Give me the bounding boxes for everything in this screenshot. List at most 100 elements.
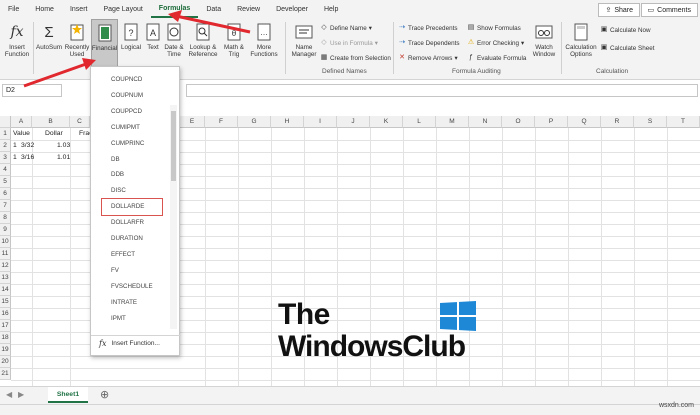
row-header-6[interactable]: 6 [0,188,11,200]
insert-function-menu-item[interactable]: fx Insert Function... [99,339,160,348]
tab-help[interactable]: Help [316,0,346,19]
function-ipmt[interactable]: IPMT [111,310,126,327]
name-manager-button[interactable]: Name Manager [290,19,318,69]
row-header-14[interactable]: 14 [0,284,11,296]
row-header-21[interactable]: 21 [0,368,11,380]
row-header-18[interactable]: 18 [0,332,11,344]
define-name-button[interactable]: ◇ Define Name ▾ [320,23,372,33]
annotation-arrow-formulas-tab [168,10,251,34]
col-header-l[interactable]: L [403,116,436,128]
comments-button[interactable]: ▭ Comments [640,3,698,17]
function-disc[interactable]: DISC [111,182,126,199]
row-header-16[interactable]: 16 [0,308,11,320]
cell-a3-int[interactable]: 1 [13,152,17,164]
col-header-r[interactable]: R [601,116,634,128]
col-header-s[interactable]: S [634,116,667,128]
create-from-selection-button[interactable]: ▦ Create from Selection [320,53,391,63]
col-header-o[interactable]: O [502,116,535,128]
row-header-20[interactable]: 20 [0,356,11,368]
function-fvschedule[interactable]: FVSCHEDULE [111,278,153,295]
more-functions-label: More Functions [250,44,278,58]
row-header-19[interactable]: 19 [0,344,11,356]
share-button[interactable]: ⇪ Share [598,3,640,17]
error-checking-button[interactable]: ⚠ Error Checking ▾ [467,38,524,48]
show-formulas-button[interactable]: ▤ Show Formulas [467,23,521,33]
use-in-formula-button[interactable]: ◇ Use in Formula ▾ [320,38,378,48]
select-all-corner[interactable] [0,116,11,128]
function-coupncd[interactable]: COUPNCD [111,71,142,88]
row-header-13[interactable]: 13 [0,272,11,284]
sheet-tab-sheet1[interactable]: Sheet1 [48,387,88,403]
col-header-f[interactable]: F [205,116,238,128]
sheet-nav-next-icon[interactable]: ▶ [18,390,24,399]
row-header-4[interactable]: 4 [0,164,11,176]
function-coupnum[interactable]: COUPNUM [111,87,143,104]
calculation-options-button[interactable]: Calculation Options [564,19,598,69]
watch-window-button[interactable]: Watch Window [530,19,558,69]
function-ddb[interactable]: DDB [111,166,124,183]
col-header-t[interactable]: T [667,116,700,128]
evaluate-formula-button[interactable]: ƒ Evaluate Formula [467,53,526,63]
calculate-sheet-button[interactable]: ▣ Calculate Sheet [600,43,655,53]
function-dollarfr[interactable]: DOLLARFR [111,214,144,231]
function-cumprinc[interactable]: CUMPRINC [111,135,144,152]
row-header-17[interactable]: 17 [0,320,11,332]
row-header-15[interactable]: 15 [0,296,11,308]
row-header-12[interactable]: 12 [0,260,11,272]
trace-precedents-button[interactable]: ⇢ Trace Precedents [398,23,457,33]
cell-b1[interactable]: Dollar [45,128,63,140]
calc-now-icon: ▣ [600,26,608,33]
logical-button[interactable]: ? Logical [118,19,144,69]
col-header-b[interactable]: B [32,116,70,128]
cell-a2-int[interactable]: 1 [13,140,17,152]
financial-function-dropdown[interactable]: COUPNCD COUPNUM COUPPCD CUMIPMT CUMPRINC… [90,66,181,356]
col-header-k[interactable]: K [370,116,403,128]
col-header-c[interactable]: C [70,116,90,128]
col-header-q[interactable]: Q [568,116,601,128]
function-cumipmt[interactable]: CUMIPMT [111,119,140,136]
col-header-n[interactable]: N [469,116,502,128]
dropdown-scroll-thumb[interactable] [171,111,176,181]
function-effect[interactable]: EFFECT [111,246,135,263]
row-header-10[interactable]: 10 [0,236,11,248]
col-header-e[interactable]: E [180,116,205,128]
cell-a3-frac[interactable]: 3/16 [21,152,34,164]
col-header-j[interactable]: J [337,116,370,128]
gridline [568,128,569,386]
remove-arrows-button[interactable]: ✕ Remove Arrows ▾ [398,53,458,63]
add-sheet-icon[interactable]: ⊕ [100,388,109,401]
function-intrate[interactable]: INTRATE [111,294,137,311]
col-header-m[interactable]: M [436,116,469,128]
row-header-8[interactable]: 8 [0,212,11,224]
function-couppcd[interactable]: COUPPCD [111,103,142,120]
tab-developer[interactable]: Developer [268,0,316,19]
row-header-7[interactable]: 7 [0,200,11,212]
row-header-9[interactable]: 9 [0,224,11,236]
function-duration[interactable]: DURATION [111,230,143,247]
cell-a2-frac[interactable]: 3/32 [21,140,34,152]
trace-dependents-button[interactable]: ⇢ Trace Dependents [398,38,460,48]
col-header-p[interactable]: P [535,116,568,128]
tab-home[interactable]: Home [27,0,62,19]
row-header-5[interactable]: 5 [0,176,11,188]
row-header-3[interactable]: 3 [0,152,11,164]
col-header-a[interactable]: A [11,116,32,128]
col-header-i[interactable]: I [304,116,337,128]
formula-input[interactable] [186,84,698,97]
logical-label: Logical [121,44,141,51]
tab-insert[interactable]: Insert [62,0,96,19]
col-header-g[interactable]: G [238,116,271,128]
cell-b2[interactable]: 1.03 [57,140,70,152]
row-header-1[interactable]: 1 [0,128,11,140]
cell-a1[interactable]: Value [13,128,30,140]
row-header-11[interactable]: 11 [0,248,11,260]
col-header-h[interactable]: H [271,116,304,128]
tab-page-layout[interactable]: Page Layout [95,0,150,19]
function-fv[interactable]: FV [111,262,119,279]
cell-b3[interactable]: 1.01 [57,152,70,164]
calculate-now-button[interactable]: ▣ Calculate Now [600,25,651,35]
sheet-nav-prev-icon[interactable]: ◀ [6,390,12,399]
row-header-2[interactable]: 2 [0,140,11,152]
tab-file[interactable]: File [0,0,27,19]
function-db[interactable]: DB [111,151,120,168]
